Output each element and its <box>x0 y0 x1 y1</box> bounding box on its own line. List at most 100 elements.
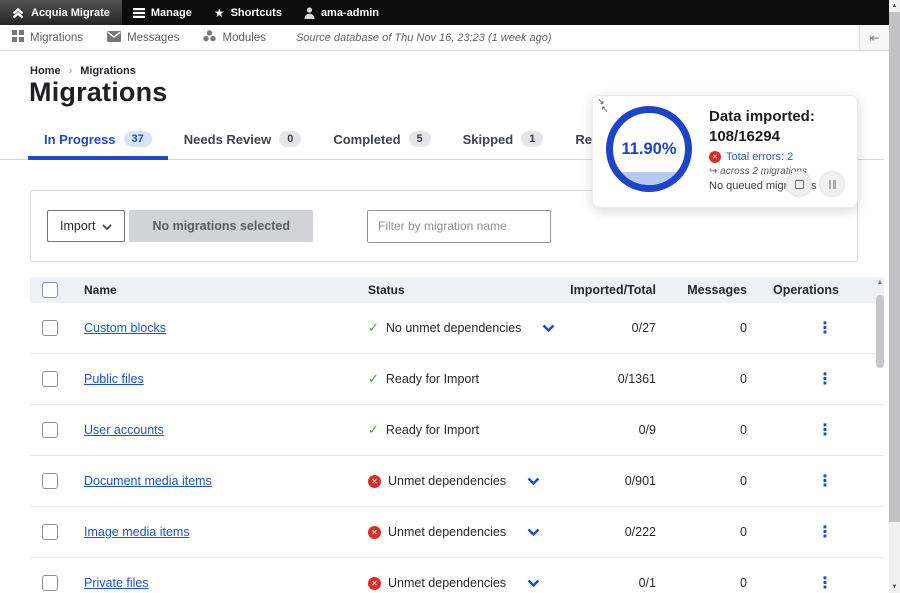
source-database-note: Source database of Thu Nov 16, 23:23 (1 … <box>296 32 552 44</box>
operations-menu-button[interactable]: ⋮ <box>817 473 833 490</box>
migration-link[interactable]: Image media items <box>84 525 190 539</box>
migration-filter-input[interactable] <box>367 210 551 243</box>
operations-menu-button[interactable]: ⋮ <box>817 371 833 388</box>
admin-item-manage[interactable]: Manage <box>122 0 203 25</box>
row-checkbox[interactable] <box>42 575 58 591</box>
status-error-icon: ✕ <box>368 475 381 488</box>
table-row: Private files ✓ ✕ Unmet dependencies 0/1… <box>30 558 884 593</box>
migration-link[interactable]: User accounts <box>84 423 164 437</box>
status-error-icon: ✕ <box>368 577 381 590</box>
status-error-icon: ✕ <box>368 526 381 539</box>
tab-completed[interactable]: Completed 5 <box>317 121 446 160</box>
tab-needs-review[interactable]: Needs Review 0 <box>168 121 318 160</box>
admin-item-shortcuts[interactable]: ★ Shortcuts <box>203 0 293 25</box>
tab-count-badge: 5 <box>409 131 431 147</box>
progress-percent: 11.90% <box>621 140 676 159</box>
toolbar-item-messages[interactable]: Messages <box>95 31 191 45</box>
chevron-down-icon[interactable] <box>542 321 555 335</box>
header-status: Status <box>368 283 561 297</box>
status-ok-icon: ✓ <box>368 422 379 438</box>
status-label: No unmet dependencies <box>386 321 522 335</box>
scrollbar-down-icon[interactable]: ▼ <box>889 584 900 590</box>
status-label: Unmet dependencies <box>388 576 506 590</box>
row-checkbox[interactable] <box>42 473 58 489</box>
total-errors-link[interactable]: Total errors: 2 <box>726 151 793 163</box>
pause-button[interactable] <box>819 171 845 197</box>
chevron-down-icon <box>102 219 112 233</box>
status-label: Unmet dependencies <box>388 525 506 539</box>
migration-link[interactable]: Document media items <box>84 474 212 488</box>
row-checkbox[interactable] <box>42 320 58 336</box>
table-scrollbar-thumb[interactable] <box>876 295 884 368</box>
module-toolbar: Migrations Messages Modules Source datab… <box>0 25 889 51</box>
collapse-left-icon: ⇤ <box>869 31 879 45</box>
row-checkbox[interactable] <box>42 524 58 540</box>
toolbar-item-migrations[interactable]: Migrations <box>0 30 95 45</box>
hamburger-icon <box>133 8 145 18</box>
operations-menu-button[interactable]: ⋮ <box>817 320 833 337</box>
operations-menu-button[interactable]: ⋮ <box>817 575 833 592</box>
tab-skipped[interactable]: Skipped 1 <box>447 121 560 160</box>
messages-count: 0 <box>656 474 747 488</box>
table-row: Custom blocks ✓ ✕ No unmet dependencies … <box>30 303 884 354</box>
scope-arrow-icon: ↪ <box>709 166 717 177</box>
page-title: Migrations <box>29 77 168 108</box>
star-icon: ★ <box>214 6 225 20</box>
scrollbar-up-icon[interactable]: ▲ <box>889 3 900 9</box>
breadcrumb-separator: › <box>69 65 73 77</box>
status-label: Ready for Import <box>386 423 479 437</box>
chevron-down-icon[interactable] <box>527 474 540 488</box>
stop-button[interactable] <box>786 171 812 197</box>
messages-count: 0 <box>656 576 747 590</box>
admin-bar-brand[interactable]: Acquia Migrate <box>0 0 122 25</box>
header-name: Name <box>84 283 368 297</box>
migration-link[interactable]: Custom blocks <box>84 321 166 335</box>
user-icon <box>304 7 315 19</box>
imported-total-value: 0/27 <box>561 321 656 335</box>
header-imported-total: Imported/Total <box>561 283 656 297</box>
chevron-down-icon[interactable] <box>527 576 540 590</box>
error-icon: ✕ <box>709 151 721 163</box>
select-all-checkbox[interactable] <box>42 282 58 298</box>
progress-ring: 11.90% <box>606 106 692 192</box>
scrollbar-up-icon[interactable]: ▲ <box>876 279 884 287</box>
header-messages: Messages <box>656 283 747 297</box>
tab-in-progress[interactable]: In Progress 37 <box>28 121 168 160</box>
migration-link[interactable]: Private files <box>84 576 149 590</box>
tab-count-badge: 37 <box>124 131 152 147</box>
operations-menu-button[interactable]: ⋮ <box>817 524 833 541</box>
import-dropdown-button[interactable]: Import <box>47 210 125 242</box>
imported-total-value: 0/222 <box>561 525 656 539</box>
page-scrollbar[interactable]: ▲ ▼ <box>889 0 900 593</box>
brand-label: Acquia Migrate <box>31 7 110 19</box>
table-body: Custom blocks ✓ ✕ No unmet dependencies … <box>30 303 884 593</box>
status-ok-icon: ✓ <box>368 320 379 336</box>
toolbar-item-modules[interactable]: Modules <box>191 30 277 45</box>
admin-bar: Acquia Migrate Manage ★ Shortcuts ama-ad… <box>0 0 889 25</box>
resize-handle-icon[interactable]: ↘ ↖ <box>597 97 613 115</box>
data-imported-count: 108/16294 <box>709 127 855 147</box>
messages-count: 0 <box>656 372 747 386</box>
progress-ring-fill <box>613 172 685 185</box>
breadcrumb: Home › Migrations <box>30 65 136 77</box>
table-row: Image media items ✓ ✕ Unmet dependencies… <box>30 507 884 558</box>
chevron-down-icon[interactable] <box>527 525 540 539</box>
grid-icon <box>12 30 24 45</box>
table-scrollbar[interactable]: ▲ <box>876 279 884 368</box>
row-checkbox[interactable] <box>42 371 58 387</box>
breadcrumb-current: Migrations <box>80 65 136 77</box>
header-operations: Operations <box>747 283 839 297</box>
operations-menu-button[interactable]: ⋮ <box>817 422 833 439</box>
stop-icon <box>795 180 804 189</box>
admin-item-user[interactable]: ama-admin <box>293 0 390 25</box>
toolbar-collapse-button[interactable]: ⇤ <box>859 25 889 50</box>
migration-link[interactable]: Public files <box>84 372 144 386</box>
page-scrollbar-thumb[interactable] <box>889 12 900 522</box>
tab-count-badge: 1 <box>521 131 543 147</box>
table-header: Name Status Imported/Total Messages Oper… <box>30 277 884 303</box>
row-checkbox[interactable] <box>42 422 58 438</box>
table-row: Document media items ✓ ✕ Unmet dependenc… <box>30 456 884 507</box>
modules-icon <box>203 30 216 45</box>
breadcrumb-home[interactable]: Home <box>30 65 61 77</box>
table-row: User accounts ✓ ✕ Ready for Import 0/9 0… <box>30 405 884 456</box>
